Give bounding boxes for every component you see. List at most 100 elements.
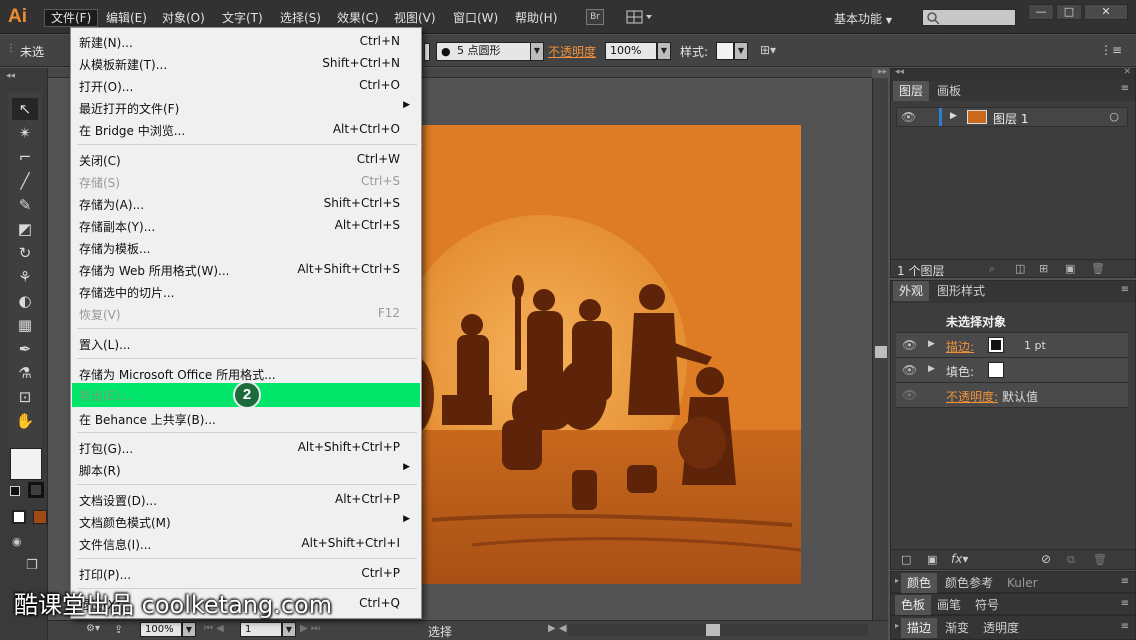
menu-file[interactable]: 文件(F) [44,9,99,27]
opacity-link[interactable]: 不透明度 [548,43,596,60]
graphic-style-swatch[interactable] [716,42,734,60]
tab-stroke[interactable]: 描边 [901,618,938,638]
hand-tool-icon[interactable]: ✋ [12,410,38,432]
tab-swatches[interactable]: 色板 [895,595,932,615]
eraser-tool-icon[interactable]: ◩ [12,218,38,240]
tab-gradient[interactable]: 渐变 [939,618,975,638]
brush-tool-icon[interactable]: ✎ [12,194,38,216]
close-icon[interactable]: ✕ [1123,67,1131,77]
tab-brushes[interactable]: 画笔 [931,595,967,615]
layer-row[interactable]: 👁 ▶ 图层 1 ○ [896,107,1128,127]
menu-item-place[interactable]: 置入(L)... [72,332,420,354]
brush-definition-dropdown[interactable]: ● 5 点圆形 [436,42,532,61]
gpu-preview-icon[interactable]: ⚙▾ [86,623,106,637]
zoom-input[interactable]: 100% [140,622,182,637]
status-menu-icon[interactable]: ▶ ◀ [548,623,567,634]
menu-item-close[interactable]: 关闭(C) Ctrl+W [72,148,420,170]
visibility-eye-icon[interactable]: 👁 [902,338,917,352]
menu-item-document-color-mode[interactable]: 文档颜色模式(M) ▶ [72,510,420,532]
menu-item-package[interactable]: 打包(G)... Alt+Shift+Ctrl+P [72,436,420,458]
expand-arrow-icon[interactable]: ▶ [928,339,935,349]
tab-symbols[interactable]: 符号 [969,595,1005,615]
stroke-swatch[interactable] [988,337,1004,353]
menu-item-save-as-template[interactable]: 存储为模板... [72,236,420,258]
menu-item-print[interactable]: 打印(P)... Ctrl+P [72,562,420,584]
first-page-icon[interactable]: ⏮ ◀ [204,623,224,634]
menu-item-open-recent[interactable]: 最近打开的文件(F) ▶ [72,96,420,118]
add-fill-icon[interactable]: ▣ [927,553,937,566]
collapse-icon[interactable]: ▸ [895,576,899,585]
stroke-color-swatch[interactable] [28,482,44,498]
chevron-down-icon[interactable]: ▼ [282,622,296,637]
visibility-eye-icon[interactable]: 👁 [901,110,916,124]
collapse-icon[interactable]: ▸▸ [878,67,887,77]
magic-wand-tool-icon[interactable]: ✴ [12,122,38,144]
document-setup-icon[interactable]: ⊞▾ [760,43,776,57]
collapse-icon[interactable]: ◂◂ [895,67,904,77]
duplicate-item-icon[interactable]: ⧉ [1067,553,1075,567]
locate-object-icon[interactable]: ⌕ [989,262,995,276]
tab-transparency[interactable]: 透明度 [977,618,1025,638]
opacity-link[interactable]: 不透明度: [946,388,998,405]
tab-appearance[interactable]: 外观 [893,281,930,301]
menu-item-save-a-copy[interactable]: 存储副本(Y)... Alt+Ctrl+S [72,214,420,236]
bridge-button[interactable]: Br [586,9,604,25]
new-sublayer-icon[interactable]: ⊞ [1039,262,1048,275]
panel-menu-icon[interactable]: ≡ [1121,576,1129,587]
expand-arrow-icon[interactable]: ▶ [928,364,935,374]
shape-builder-tool-icon[interactable]: ◐ [12,290,38,312]
control-panel-menu-icon[interactable]: ⋮≡ [1100,43,1122,57]
tab-kuler[interactable]: Kuler [1001,573,1044,593]
menu-select[interactable]: 选择(S) [274,9,327,27]
horizontal-scrollbar[interactable] [568,624,868,636]
clipping-mask-icon[interactable]: ◫ [1015,262,1025,275]
color-mode-button[interactable] [12,510,26,524]
menu-edit[interactable]: 编辑(E) [100,9,153,27]
tab-layers[interactable]: 图层 [893,81,930,101]
scrollbar-thumb[interactable] [875,346,887,358]
menu-item-share-on-behance[interactable]: 在 Behance 上共享(B)... [72,407,420,429]
panel-menu-icon[interactable]: ≡ [1121,598,1129,609]
page-input[interactable]: 1 [240,622,282,637]
screen-mode-icon[interactable]: ❐ [26,558,44,574]
last-page-icon[interactable]: ▶ ⏭ [300,623,320,634]
chevron-down-icon[interactable]: ▼ [734,42,748,60]
expand-arrow-icon[interactable]: ▶ [950,111,957,121]
symbol-sprayer-tool-icon[interactable]: ⚗ [12,362,38,384]
help-search-input[interactable] [922,9,1016,26]
tab-color[interactable]: 颜色 [901,573,938,593]
chevron-down-icon[interactable]: ▼ [530,42,544,61]
opacity-row[interactable]: 👁 不透明度: 默认值 [896,383,1128,408]
rotate-tool-icon[interactable]: ↻ [12,242,38,264]
collapse-icon[interactable]: ◂◂ [6,71,15,81]
artboard-tool-icon[interactable]: ⊡ [12,386,38,408]
fill-row[interactable]: 👁 ▶ 填色: [896,358,1128,383]
artboard-illustration[interactable] [372,125,801,584]
new-layer-icon[interactable]: ▣ [1065,262,1075,275]
visibility-eye-icon[interactable]: 👁 [902,363,917,377]
stroke-row[interactable]: 👁 ▶ 描边: 1 pt [896,333,1128,358]
menu-effect[interactable]: 效果(C) [331,9,385,27]
add-stroke-icon[interactable]: □ [901,553,911,566]
layer-name[interactable]: 图层 1 [993,110,1028,127]
menu-item-browse-in-bridge[interactable]: 在 Bridge 中浏览... Alt+Ctrl+O [72,118,420,140]
menu-object[interactable]: 对象(O) [156,9,211,27]
puppet-warp-tool-icon[interactable]: ⚘ [12,266,38,288]
eyedropper-tool-icon[interactable]: ✒ [12,338,38,360]
clear-appearance-icon[interactable]: ⊘ [1041,552,1051,566]
trash-icon[interactable]: 🗑 [1093,553,1107,566]
chevron-down-icon[interactable]: ▼ [182,622,196,637]
menu-item-save-for-web[interactable]: 存储为 Web 所用格式(W)... Alt+Shift+Ctrl+S [72,258,420,280]
tab-artboards[interactable]: 画板 [931,81,967,101]
add-effect-icon[interactable]: fx▾ [951,552,968,566]
panel-menu-icon[interactable]: ≡ [1121,83,1129,94]
default-colors-icon[interactable] [10,486,20,496]
arrange-documents-button[interactable] [626,9,654,25]
share-icon[interactable]: ⇪ [114,623,123,636]
menu-view[interactable]: 视图(V) [388,9,442,27]
menu-item-new-from-template[interactable]: 从模板新建(T)... Shift+Ctrl+N [72,52,420,74]
menu-item-new[interactable]: 新建(N)... Ctrl+N [72,30,420,52]
vertical-scrollbar[interactable] [872,78,888,620]
tab-graphic-styles[interactable]: 图形样式 [931,281,991,301]
menu-help[interactable]: 帮助(H) [509,9,563,27]
